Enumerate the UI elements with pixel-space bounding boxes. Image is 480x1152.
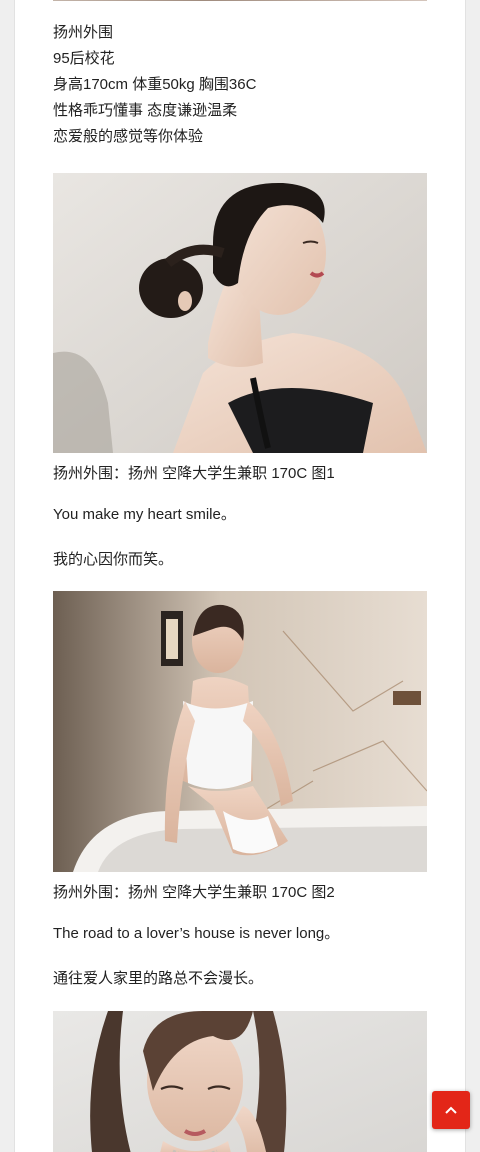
article-card: 扬州外围 95后校花 身高170cm 体重50kg 胸围36C 性格乖巧懂事 态…: [14, 0, 466, 1152]
intro-line: 性格乖巧懂事 态度谦逊温柔: [53, 102, 238, 119]
chinese-quote-2: 通往爱人家里的路总不会漫长。: [53, 970, 264, 987]
article-content: 扬州外围 95后校花 身高170cm 体重50kg 胸围36C 性格乖巧懂事 态…: [53, 20, 427, 1152]
image-caption-1: 扬州外围：扬州 空降大学生兼职 170C 图1: [53, 465, 335, 482]
intro-line: 身高170cm 体重50kg 胸围36C: [53, 76, 257, 93]
chevron-up-icon: [445, 1106, 457, 1114]
intro-line: 恋爱般的感觉等你体验: [53, 128, 204, 145]
previous-image-edge: [53, 0, 427, 1]
english-quote-2: The road to a lover’s house is never lon…: [53, 925, 340, 942]
portrait-photo-3: [53, 1011, 427, 1152]
portrait-photo-1: [53, 173, 427, 453]
image-caption-2: 扬州外围：扬州 空降大学生兼职 170C 图2: [53, 884, 335, 901]
post-image-2: [53, 591, 427, 872]
portrait-photo-2: [53, 591, 427, 872]
post-image-1: [53, 173, 427, 453]
intro-line: 95后校花: [53, 50, 115, 67]
english-quote-1: You make my heart smile。: [53, 506, 236, 523]
chinese-quote-1: 我的心因你而笑。: [53, 551, 174, 568]
scroll-to-top-button[interactable]: [432, 1091, 470, 1129]
post-image-3: [53, 1011, 427, 1152]
intro-line: 扬州外围: [53, 24, 114, 41]
